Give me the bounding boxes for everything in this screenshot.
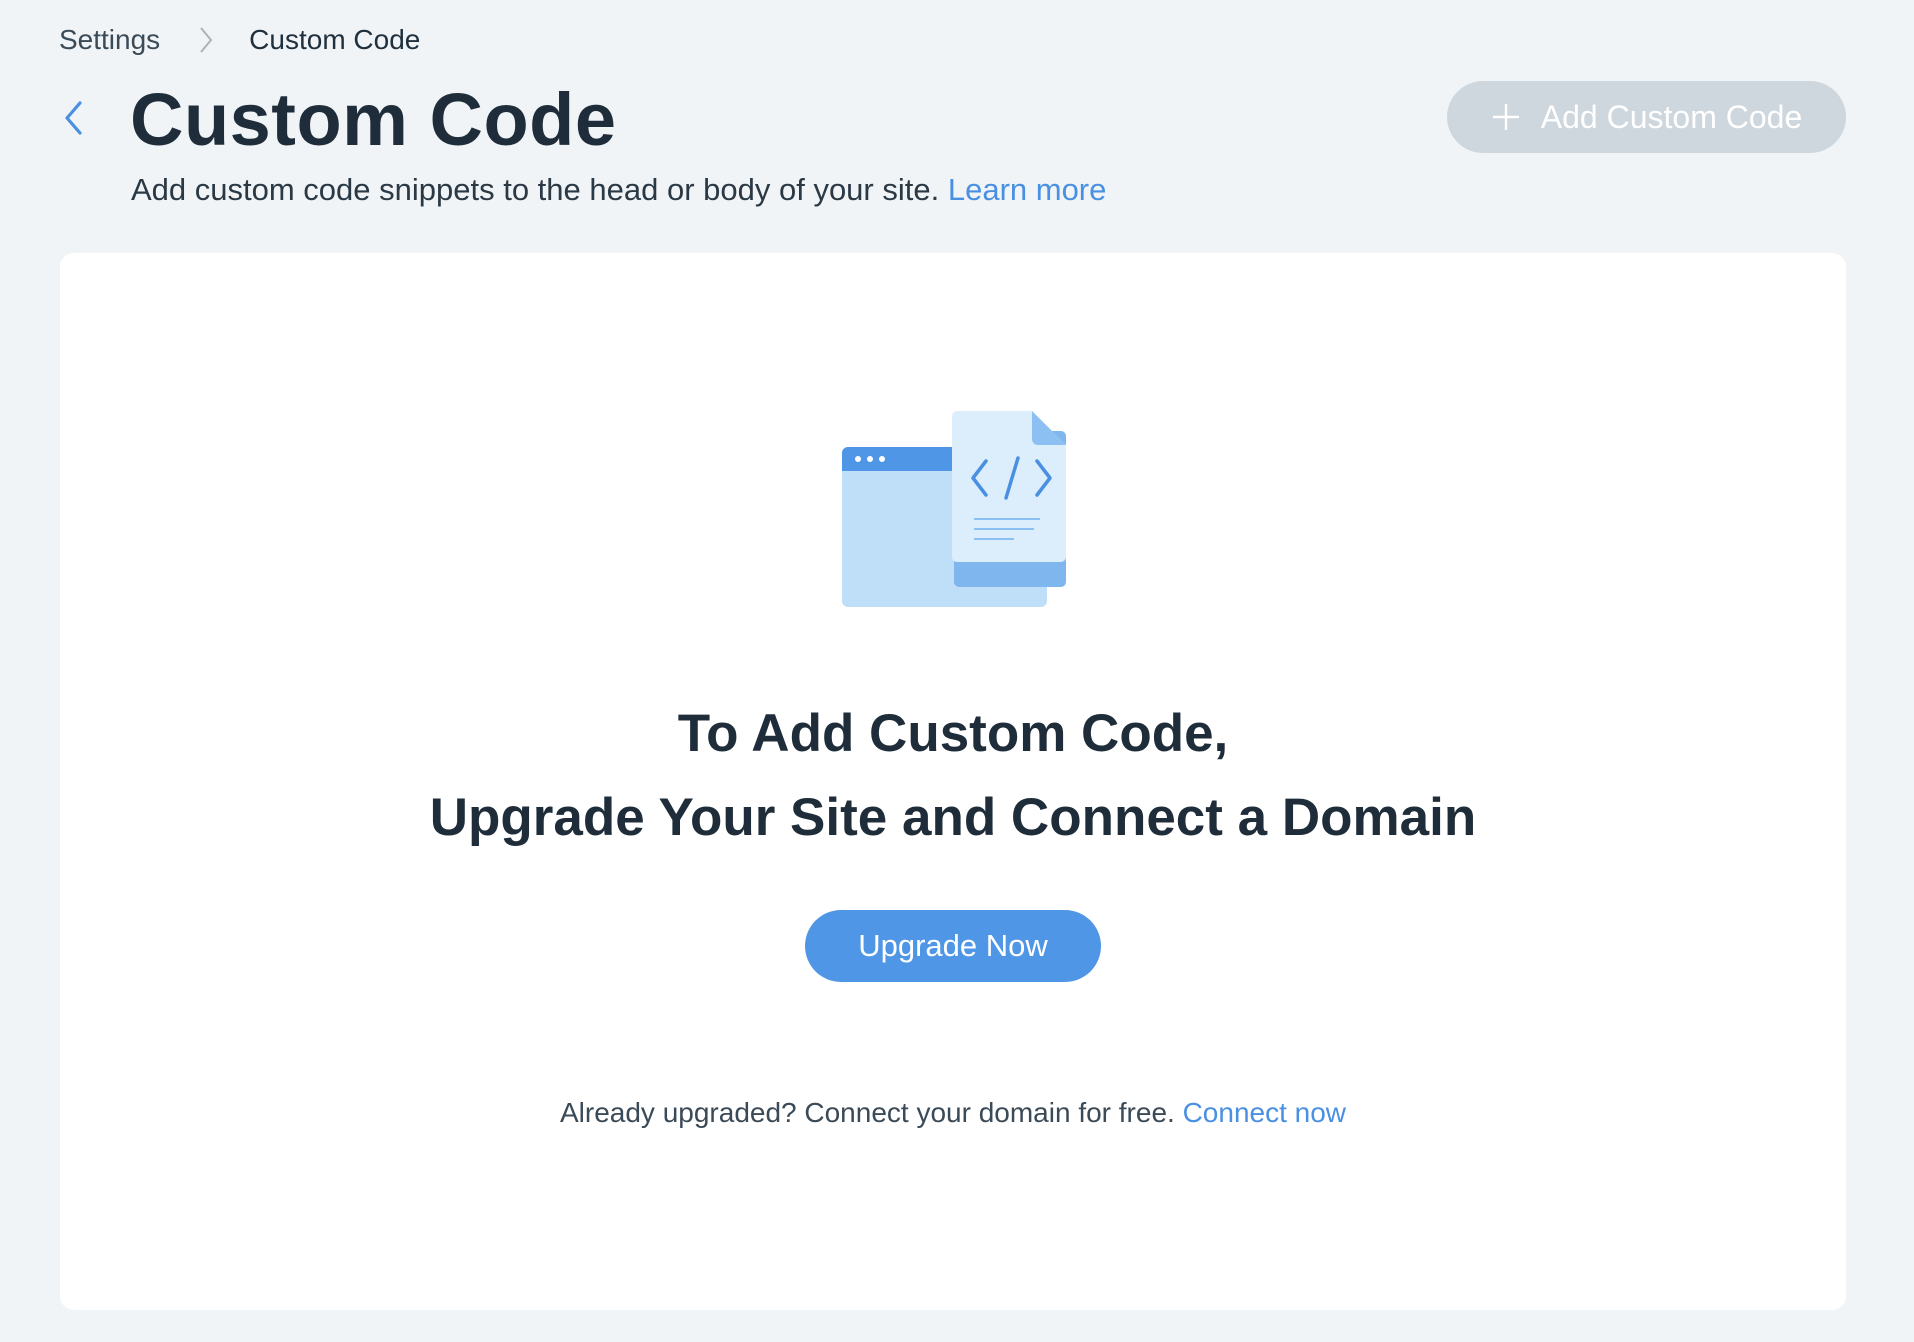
empty-state-headline-line1: To Add Custom Code, <box>677 704 1229 763</box>
learn-more-link[interactable]: Learn more <box>948 172 1107 207</box>
already-upgraded-note: Already upgraded? Connect your domain fo… <box>60 1093 1846 1133</box>
page-title: Custom Code <box>130 78 617 161</box>
breadcrumb: Settings Custom Code <box>59 20 420 60</box>
already-upgraded-text: Already upgraded? Connect your domain fo… <box>559 1097 1175 1128</box>
upgrade-now-button[interactable]: Upgrade Now <box>805 910 1101 982</box>
chevron-left-icon <box>65 101 82 135</box>
empty-state-headline-line2: Upgrade Your Site and Connect a Domain <box>429 788 1477 847</box>
code-file-illustration <box>842 411 1066 607</box>
breadcrumb-settings-link[interactable]: Settings <box>59 24 160 56</box>
chevron-right-icon <box>186 20 226 60</box>
page-subtitle: Add custom code snippets to the head or … <box>131 170 1106 210</box>
subtitle-text: Add custom code snippets to the head or … <box>131 172 940 207</box>
back-button[interactable] <box>56 96 92 140</box>
add-custom-code-button[interactable]: Add Custom Code <box>1447 81 1846 153</box>
plus-icon <box>1491 102 1521 132</box>
connect-now-link[interactable]: Connect now <box>1183 1097 1346 1128</box>
breadcrumb-current: Custom Code <box>249 24 421 55</box>
add-custom-code-label: Add Custom Code <box>1540 98 1803 135</box>
empty-state-card: To Add Custom Code, Upgrade Your Site an… <box>60 253 1846 1310</box>
